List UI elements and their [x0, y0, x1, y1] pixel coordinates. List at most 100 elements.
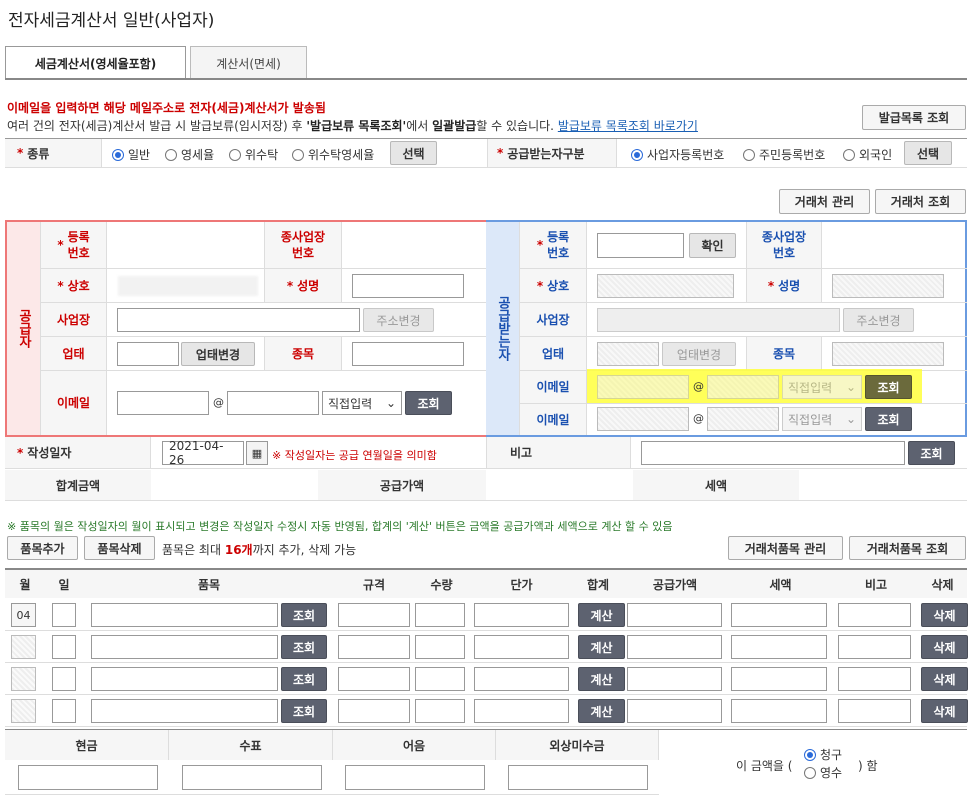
remark-field[interactable]	[641, 441, 905, 465]
day-field[interactable]	[52, 635, 76, 659]
receiver-email1-domain-field[interactable]	[707, 375, 779, 399]
receiver-email2-domain-field[interactable]	[707, 407, 779, 431]
tab-invoice-exempt[interactable]: 계산서(면세)	[190, 46, 307, 79]
tab-tax-invoice[interactable]: 세금계산서(영세율포함)	[5, 46, 186, 79]
item-search-button[interactable]: 조회	[281, 635, 327, 659]
date-field[interactable]: 2021-04-26	[162, 439, 244, 467]
row-delete-button[interactable]: 삭제	[921, 635, 968, 659]
remark-field[interactable]	[838, 603, 911, 627]
unit-price-field[interactable]	[474, 603, 569, 627]
tax-field[interactable]	[731, 635, 827, 659]
unit-price-field[interactable]	[474, 635, 569, 659]
calc-button[interactable]: 계산	[578, 603, 625, 627]
spec-field[interactable]	[338, 699, 410, 723]
receiver-address-field[interactable]	[597, 308, 840, 332]
receiver-biztype-field[interactable]	[597, 342, 659, 366]
issue-list-button[interactable]: 발급목록 조회	[862, 105, 966, 130]
unit-price-field[interactable]	[474, 699, 569, 723]
supplier-address-field[interactable]	[117, 308, 360, 332]
item-name-field[interactable]	[91, 667, 278, 691]
type-radio-consign-zero[interactable]: 위수탁영세율	[292, 146, 374, 163]
receiver-email2-domain-select[interactable]: 직접입력 ⌄	[782, 407, 862, 431]
supply-field[interactable]	[627, 667, 722, 691]
calc-button[interactable]: 계산	[578, 699, 625, 723]
remark-search-button[interactable]: 조회	[908, 441, 955, 465]
receiver-name-field[interactable]	[832, 274, 944, 298]
remark-field[interactable]	[838, 667, 911, 691]
item-search-button[interactable]: 조회	[281, 603, 327, 627]
receiver-email1-domain-select[interactable]: 직접입력 ⌄	[782, 375, 862, 399]
receiver-radio-resident[interactable]: 주민등록번호	[743, 146, 825, 163]
qty-field[interactable]	[415, 635, 465, 659]
type-select-button[interactable]: 선택	[390, 141, 437, 165]
receiver-email1-id-field[interactable]	[597, 375, 689, 399]
partner-item-manage-button[interactable]: 거래처품목 관리	[728, 536, 843, 560]
row-delete-button[interactable]: 삭제	[921, 699, 968, 723]
receiver-regno-field[interactable]	[597, 233, 684, 258]
calc-button[interactable]: 계산	[578, 635, 625, 659]
item-search-button[interactable]: 조회	[281, 667, 327, 691]
month-field[interactable]	[11, 699, 36, 723]
spec-field[interactable]	[338, 635, 410, 659]
receiver-select-button[interactable]: 선택	[904, 141, 952, 165]
spec-field[interactable]	[338, 603, 410, 627]
amount-radio-claim[interactable]: 청구	[804, 746, 842, 763]
supply-field[interactable]	[627, 603, 722, 627]
item-delete-button[interactable]: 품목삭제	[84, 536, 155, 560]
supplier-address-change-button[interactable]: 주소변경	[363, 308, 434, 332]
day-field[interactable]	[52, 699, 76, 723]
qty-field[interactable]	[415, 603, 465, 627]
qty-field[interactable]	[415, 699, 465, 723]
item-name-field[interactable]	[91, 603, 278, 627]
spec-field[interactable]	[338, 667, 410, 691]
partner-manage-button[interactable]: 거래처 관리	[779, 189, 870, 214]
remark-field[interactable]	[838, 635, 911, 659]
month-field[interactable]: 04	[11, 603, 36, 627]
partner-item-search-button[interactable]: 거래처품목 조회	[849, 536, 966, 560]
supplier-email-id-field[interactable]	[117, 391, 209, 415]
receiver-biztype-change-button[interactable]: 업태변경	[662, 342, 736, 366]
receiver-email1-search-button[interactable]: 조회	[865, 375, 912, 399]
month-field[interactable]	[11, 667, 36, 691]
supplier-biztype-change-button[interactable]: 업태변경	[181, 342, 255, 366]
receiver-email2-search-button[interactable]: 조회	[865, 407, 912, 431]
pay-bill-field[interactable]	[345, 765, 485, 790]
hold-list-link[interactable]: 발급보류 목록조회 바로가기	[558, 119, 698, 133]
supply-field[interactable]	[627, 699, 722, 723]
supplier-name-field[interactable]	[352, 274, 464, 298]
tax-field[interactable]	[731, 667, 827, 691]
partner-search-button[interactable]: 거래처 조회	[875, 189, 966, 214]
day-field[interactable]	[52, 667, 76, 691]
supplier-biztype-field[interactable]	[117, 342, 179, 366]
receiver-address-change-button[interactable]: 주소변경	[843, 308, 914, 332]
receiver-confirm-button[interactable]: 확인	[689, 233, 736, 258]
receiver-company-field[interactable]	[597, 274, 734, 298]
calc-button[interactable]: 계산	[578, 667, 625, 691]
supplier-email-search-button[interactable]: 조회	[405, 391, 452, 415]
item-name-field[interactable]	[91, 635, 278, 659]
tax-field[interactable]	[731, 603, 827, 627]
supplier-email-domain-select[interactable]: 직접입력 ⌄	[322, 391, 402, 415]
day-field[interactable]	[52, 603, 76, 627]
qty-field[interactable]	[415, 667, 465, 691]
row-delete-button[interactable]: 삭제	[921, 667, 968, 691]
supplier-item-field[interactable]	[352, 342, 464, 366]
pay-cash-field[interactable]	[18, 765, 158, 790]
item-search-button[interactable]: 조회	[281, 699, 327, 723]
receiver-radio-bizno[interactable]: 사업자등록번호	[631, 146, 724, 163]
item-name-field[interactable]	[91, 699, 278, 723]
receiver-item-field[interactable]	[832, 342, 944, 366]
unit-price-field[interactable]	[474, 667, 569, 691]
calendar-icon[interactable]: ▦	[246, 441, 268, 465]
pay-check-field[interactable]	[182, 765, 322, 790]
receiver-email2-id-field[interactable]	[597, 407, 689, 431]
supply-field[interactable]	[627, 635, 722, 659]
type-radio-general[interactable]: 일반	[112, 146, 150, 163]
amount-radio-receipt[interactable]: 영수	[804, 764, 842, 781]
receiver-radio-foreign[interactable]: 외국인	[843, 146, 892, 163]
remark-field[interactable]	[838, 699, 911, 723]
type-radio-consign[interactable]: 위수탁	[229, 146, 278, 163]
item-add-button[interactable]: 품목추가	[7, 536, 78, 560]
type-radio-zero[interactable]: 영세율	[165, 146, 214, 163]
supplier-email-domain-field[interactable]	[227, 391, 319, 415]
